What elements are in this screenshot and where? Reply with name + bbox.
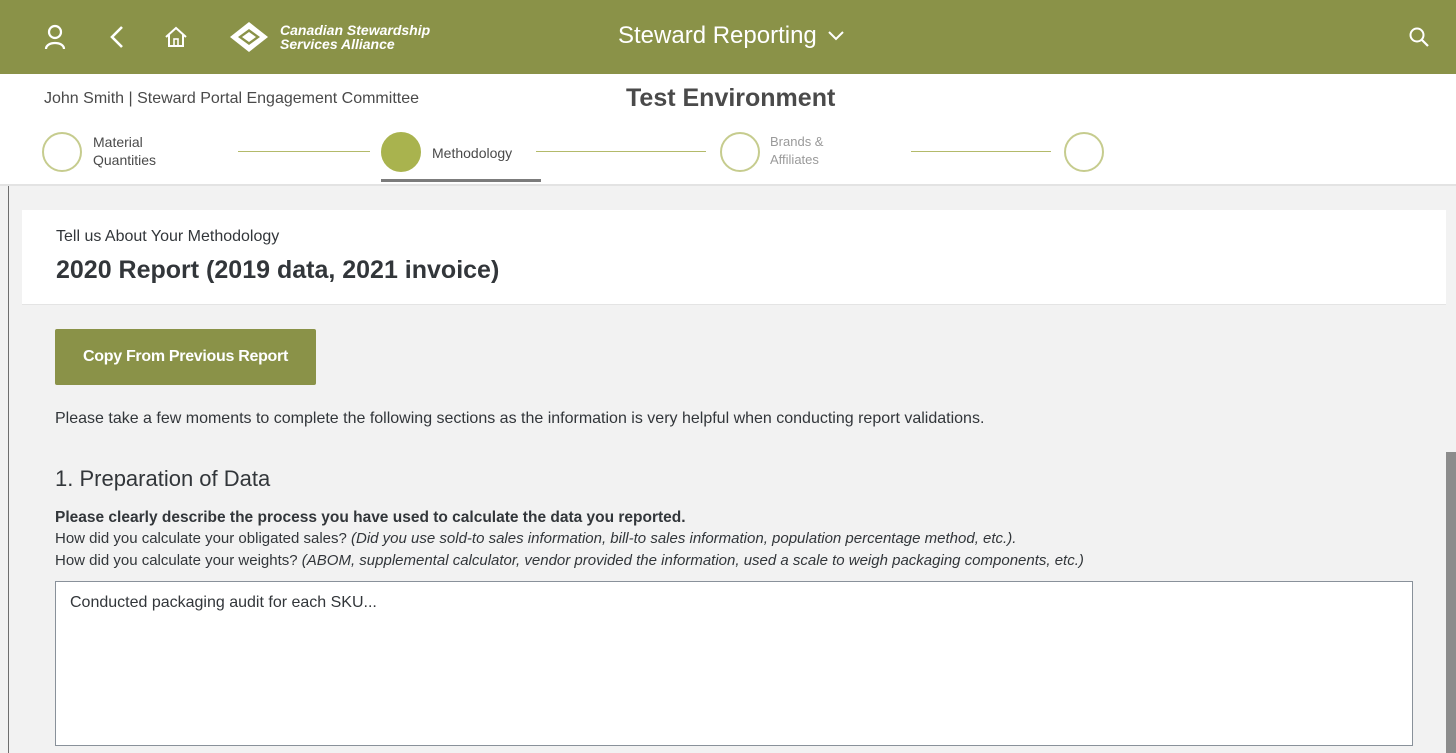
csa-logo-icon — [230, 22, 268, 52]
csa-logo[interactable]: Canadian Stewardship Services Alliance — [228, 20, 430, 54]
wizard-step-2-indicator[interactable] — [381, 132, 421, 172]
sub-header: John Smith | Steward Portal Engagement C… — [0, 74, 1456, 186]
question-weights: How did you calculate your weights? (ABO… — [55, 552, 1084, 569]
search-icon[interactable] — [1406, 24, 1432, 50]
user-info: John Smith | Steward Portal Engagement C… — [44, 90, 419, 107]
question-weights-hint: (ABOM, supplemental calculator, vendor p… — [301, 552, 1084, 569]
content-border — [8, 186, 9, 753]
page-subtitle: Tell us About Your Methodology — [56, 228, 280, 245]
intro-text: Please take a few moments to complete th… — [55, 410, 985, 427]
active-step-underline — [381, 179, 541, 182]
wizard-step-1-indicator[interactable] — [42, 132, 82, 172]
environment-title: Test Environment — [626, 84, 836, 112]
app-title: Steward Reporting — [618, 22, 817, 49]
question-bold: Please clearly describe the process you … — [55, 509, 686, 526]
question-sales: How did you calculate your obligated sal… — [55, 530, 1017, 547]
wizard-connector — [911, 151, 1051, 152]
page-title: 2020 Report (2019 data, 2021 invoice) — [56, 256, 500, 284]
shell-bar: Canadian Stewardship Services Alliance S… — [0, 0, 1456, 74]
wizard-step-4-indicator[interactable] — [1064, 132, 1104, 172]
copy-from-previous-report-button[interactable]: Copy From Previous Report — [55, 329, 316, 385]
question-sales-hint: (Did you use sold-to sales information, … — [351, 530, 1017, 547]
wizard-step-2-label[interactable]: Methodology — [432, 144, 512, 162]
page-header: Tell us About Your Methodology 2020 Repo… — [22, 210, 1456, 305]
wizard-step-1-label[interactable]: Material Quantities — [93, 133, 156, 169]
wizard-step-3-label[interactable]: Brands & Affiliates — [770, 133, 823, 169]
user-icon[interactable] — [42, 24, 68, 50]
app-title-menu[interactable]: Steward Reporting — [618, 22, 845, 50]
back-icon[interactable] — [104, 24, 130, 50]
chevron-down-icon — [828, 31, 844, 41]
methodology-textarea[interactable]: Conducted packaging audit for each SKU..… — [55, 581, 1413, 746]
section-heading: 1. Preparation of Data — [55, 466, 271, 491]
home-icon[interactable] — [163, 24, 189, 50]
wizard-connector — [238, 151, 370, 152]
logo-text: Canadian Stewardship Services Alliance — [280, 22, 431, 52]
scrollbar-thumb[interactable] — [1446, 452, 1456, 753]
wizard-connector — [536, 151, 706, 152]
wizard-step-3-indicator[interactable] — [720, 132, 760, 172]
